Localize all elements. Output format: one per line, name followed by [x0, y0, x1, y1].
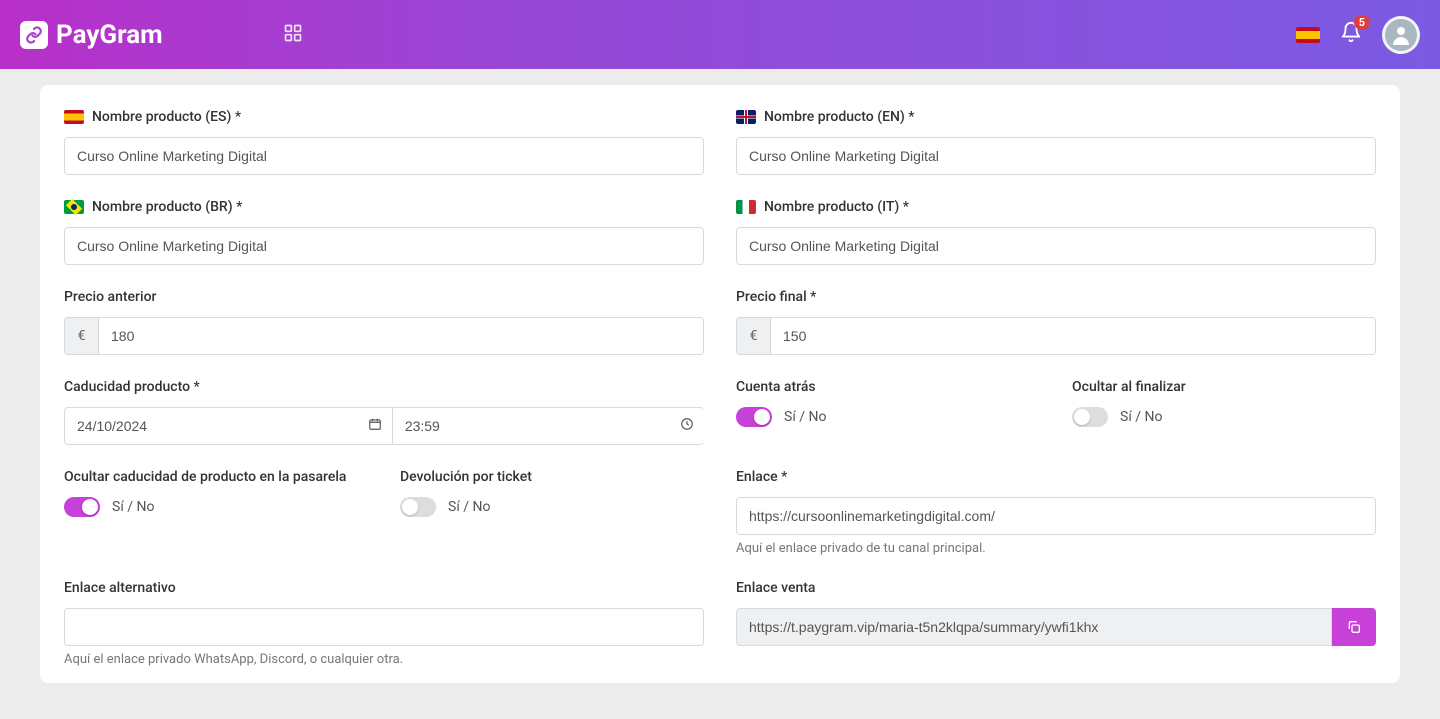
name-es-input[interactable]: [64, 137, 704, 175]
notification-badge: 5: [1354, 15, 1370, 30]
logo-icon: [20, 21, 48, 49]
hide-on-end-toggle[interactable]: [1072, 407, 1108, 427]
old-price-group: €: [64, 317, 704, 355]
alt-link-help: Aquí el enlace privado WhatsApp, Discord…: [64, 652, 704, 667]
brand-name: PayGram: [56, 20, 163, 50]
expiry-date-input[interactable]: [64, 407, 392, 445]
copy-sale-link-button[interactable]: [1332, 608, 1376, 646]
flag-it-icon: [736, 200, 756, 214]
hide-expiry-toggle-text: Sí / No: [112, 499, 154, 515]
final-price-input[interactable]: [770, 317, 1376, 355]
hide-on-end-toggle-text: Sí / No: [1120, 409, 1162, 425]
countdown-label: Cuenta atrás: [736, 379, 1040, 395]
hide-expiry-label: Ocultar caducidad de producto en la pasa…: [64, 469, 368, 485]
refund-ticket-toggle[interactable]: [400, 497, 436, 517]
alt-link-label: Enlace alternativo: [64, 580, 704, 596]
name-br-input[interactable]: [64, 227, 704, 265]
expiry-datetime-group: [64, 407, 704, 445]
language-flag-es[interactable]: [1296, 27, 1320, 43]
alt-link-input[interactable]: [64, 608, 704, 646]
avatar[interactable]: [1382, 16, 1420, 54]
expiry-time-input[interactable]: [392, 407, 704, 445]
flag-uk-icon: [736, 110, 756, 124]
name-es-label: Nombre producto (ES) *: [64, 109, 704, 125]
sale-link-input[interactable]: [736, 608, 1332, 646]
refund-ticket-label: Devolución por ticket: [400, 469, 704, 485]
hide-expiry-toggle[interactable]: [64, 497, 100, 517]
brand-logo[interactable]: PayGram: [20, 20, 163, 50]
sale-link-group: [736, 608, 1376, 646]
old-price-label: Precio anterior: [64, 289, 704, 305]
currency-prefix: €: [736, 317, 770, 355]
currency-prefix: €: [64, 317, 98, 355]
hide-on-end-label: Ocultar al finalizar: [1072, 379, 1376, 395]
name-it-input[interactable]: [736, 227, 1376, 265]
apps-grid-icon[interactable]: [283, 23, 303, 47]
product-form-card: Nombre producto (ES) * Nombre producto (…: [40, 85, 1400, 683]
expiry-label: Caducidad producto *: [64, 379, 704, 395]
notifications-button[interactable]: 5: [1340, 21, 1362, 49]
countdown-toggle[interactable]: [736, 407, 772, 427]
topbar-left: PayGram: [20, 20, 303, 50]
name-br-label: Nombre producto (BR) *: [64, 199, 704, 215]
name-en-label: Nombre producto (EN) *: [736, 109, 1376, 125]
link-help: Aquí el enlace privado de tu canal princ…: [736, 541, 1376, 556]
name-en-input[interactable]: [736, 137, 1376, 175]
page-container: Nombre producto (ES) * Nombre producto (…: [0, 69, 1440, 683]
link-input[interactable]: [736, 497, 1376, 535]
countdown-toggle-text: Sí / No: [784, 409, 826, 425]
final-price-label: Precio final *: [736, 289, 1376, 305]
link-label: Enlace *: [736, 469, 1376, 485]
refund-ticket-toggle-text: Sí / No: [448, 499, 490, 515]
final-price-group: €: [736, 317, 1376, 355]
flag-br-icon: [64, 200, 84, 214]
name-it-label: Nombre producto (IT) *: [736, 199, 1376, 215]
sale-link-label: Enlace venta: [736, 580, 1376, 596]
copy-icon: [1346, 619, 1362, 635]
topbar-right: 5: [1296, 16, 1420, 54]
old-price-input[interactable]: [98, 317, 704, 355]
topbar: PayGram 5: [0, 0, 1440, 69]
flag-es-icon: [64, 110, 84, 124]
